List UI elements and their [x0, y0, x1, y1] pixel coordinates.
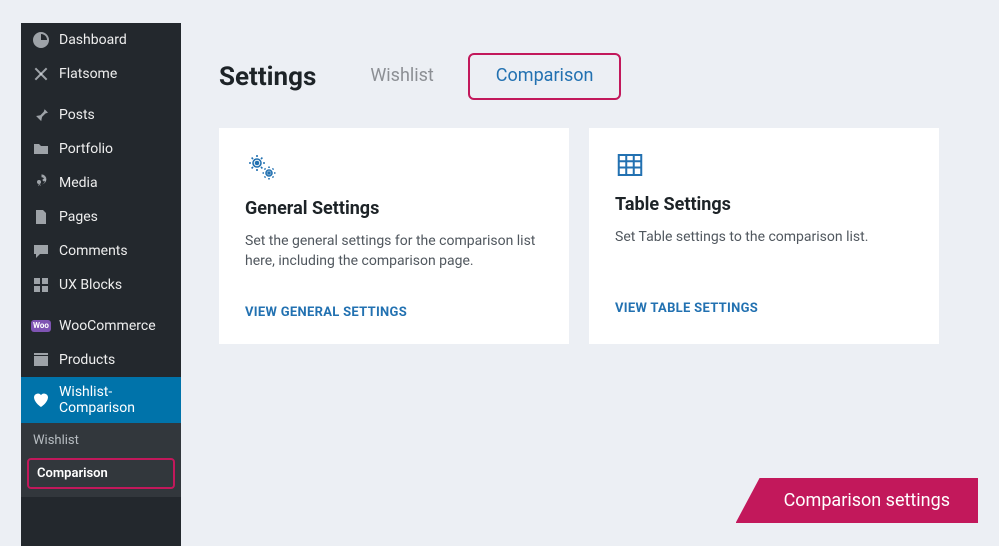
admin-sidebar: Dashboard Flatsome Posts Portfolio Media… [21, 23, 181, 546]
portfolio-icon [31, 139, 51, 159]
card-title: General Settings [245, 198, 543, 219]
view-general-settings-link[interactable]: VIEW GENERAL SETTINGS [245, 305, 543, 320]
heart-icon [31, 390, 51, 410]
page-header: Settings Wishlist Comparison [219, 53, 978, 100]
sidebar-item-posts[interactable]: Posts [21, 98, 181, 132]
page-title: Settings [219, 62, 316, 92]
sidebar-item-label: Posts [59, 107, 95, 123]
card-table-settings: Table Settings Set Table settings to the… [589, 128, 939, 344]
pin-icon [31, 105, 51, 125]
view-table-settings-link[interactable]: VIEW TABLE SETTINGS [615, 301, 913, 316]
sidebar-item-dashboard[interactable]: Dashboard [21, 23, 181, 57]
tab-wishlist[interactable]: Wishlist [366, 55, 437, 98]
sidebar-item-ux-blocks[interactable]: UX Blocks [21, 268, 181, 302]
sidebar-item-label: UX Blocks [59, 277, 122, 293]
sidebar-item-label: Media [59, 175, 98, 191]
submenu-item-comparison[interactable]: Comparison [27, 458, 175, 489]
sidebar-item-label: Dashboard [59, 32, 127, 48]
main-content: Settings Wishlist Comparison General Set… [181, 23, 978, 546]
sidebar-item-label: Wishlist-Comparison [59, 384, 171, 416]
woocommerce-icon: Woo [31, 316, 51, 336]
gears-icon [245, 150, 543, 188]
settings-tabs: Wishlist Comparison [366, 53, 621, 100]
card-description: Set the general settings for the compari… [245, 231, 543, 273]
sidebar-item-comments[interactable]: Comments [21, 234, 181, 268]
card-description: Set Table settings to the comparison lis… [615, 227, 913, 269]
page-icon [31, 207, 51, 227]
submenu-item-wishlist[interactable]: Wishlist [21, 427, 181, 454]
sidebar-item-label: Products [59, 352, 115, 368]
card-title: Table Settings [615, 194, 913, 215]
tab-comparison[interactable]: Comparison [468, 53, 622, 100]
sidebar-item-flatsome[interactable]: Flatsome [21, 57, 181, 91]
flatsome-icon [31, 64, 51, 84]
sidebar-item-label: WooCommerce [59, 318, 156, 334]
dashboard-icon [31, 30, 51, 50]
comment-icon [31, 241, 51, 261]
blocks-icon [31, 275, 51, 295]
sidebar-item-woocommerce[interactable]: Woo WooCommerce [21, 309, 181, 343]
comparison-settings-banner: Comparison settings [736, 478, 978, 523]
sidebar-item-portfolio[interactable]: Portfolio [21, 132, 181, 166]
sidebar-submenu: Wishlist Comparison [21, 423, 181, 497]
card-general-settings: General Settings Set the general setting… [219, 128, 569, 344]
sidebar-item-label: Flatsome [59, 66, 117, 82]
sidebar-item-label: Comments [59, 243, 128, 259]
sidebar-item-products[interactable]: Products [21, 343, 181, 377]
table-icon [615, 150, 913, 184]
sidebar-item-media[interactable]: Media [21, 166, 181, 200]
sidebar-item-pages[interactable]: Pages [21, 200, 181, 234]
products-icon [31, 350, 51, 370]
sidebar-item-wishlist-comparison[interactable]: Wishlist-Comparison [21, 377, 181, 423]
media-icon [31, 173, 51, 193]
sidebar-item-label: Portfolio [59, 141, 113, 157]
settings-cards: General Settings Set the general setting… [219, 128, 978, 344]
sidebar-item-label: Pages [59, 209, 98, 225]
